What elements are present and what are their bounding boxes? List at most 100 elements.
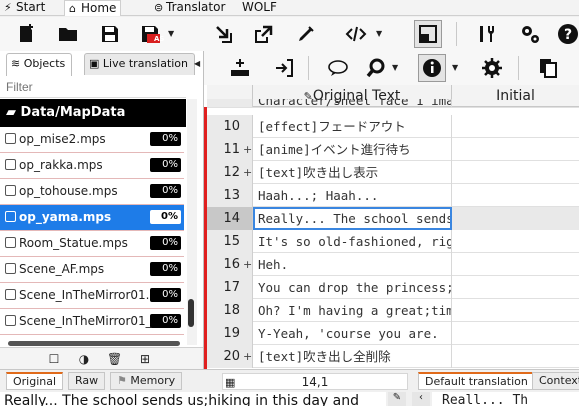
row-original-text[interactable]: [text]吹き出し全削除 [253,345,452,368]
table-row[interactable]: 13 Haah...; Haah... [207,184,579,207]
row-initial-cell[interactable] [452,184,579,207]
file-checkbox[interactable] [5,289,16,300]
file-checkbox[interactable] [5,133,16,144]
row-initial-cell[interactable] [452,230,579,253]
open-button[interactable] [54,20,82,48]
file-checkbox[interactable] [5,315,16,326]
add-row-button[interactable] [226,54,254,82]
row-original-text[interactable]: It's so old-fashioned, righ [253,230,452,253]
expand-plus-icon[interactable]: + [243,345,252,368]
file-item[interactable]: Room_Statue.mps 0% [0,231,184,257]
export-button[interactable] [250,20,278,48]
pen-icon[interactable]: ✎ [388,392,406,406]
row-original-text[interactable]: Character/sheet_face_1_image [253,99,452,107]
row-initial-cell[interactable] [452,345,579,368]
tab-context[interactable]: Context [532,372,579,390]
row-original-text[interactable]: [text]吹き出し表示 [253,161,452,184]
file-checkbox[interactable] [5,211,16,222]
layout-button[interactable] [414,20,442,48]
expand-plus-icon[interactable]: + [243,138,252,161]
row-original-text[interactable]: Heh. [253,253,452,276]
file-checkbox[interactable] [5,237,16,248]
file-item[interactable]: op_tohouse.mps 0% [0,179,184,205]
table-row-selected[interactable]: 14 Really... The school sends [207,207,579,230]
row-initial-cell[interactable] [452,138,579,161]
filter-input[interactable] [0,76,186,98]
scrollbar-thumb[interactable] [188,299,194,327]
row-original-text[interactable]: [anime]イベント進行待ち [253,138,452,161]
tab-original[interactable]: Original [6,372,64,390]
row-original-text[interactable]: Oh? I'm having a great;time [253,299,452,322]
row-initial-cell[interactable] [452,299,579,322]
settings-button[interactable] [516,20,544,48]
checkbox-icon[interactable]: ☐ [47,352,61,366]
gear-button[interactable] [478,54,506,82]
file-item[interactable]: Scene_InTheMirror01. 0% [0,283,184,309]
chevron-down-icon[interactable]: ▼ [168,29,174,38]
translation-preview[interactable]: Reall... Th [432,392,579,406]
chevron-down-icon[interactable]: ▼ [452,63,458,72]
row-initial-cell[interactable] [452,276,579,299]
file-item[interactable]: op_mise2.mps 0% [0,127,184,153]
row-original-text[interactable]: [effect]フェードアウト [253,115,452,138]
pen-button[interactable] [292,20,320,48]
table-row[interactable]: 17 You can drop the princess;a [207,276,579,299]
tab-home[interactable]: ⌂ Home [64,0,122,16]
trash-icon[interactable]: 🗑 [107,352,122,366]
row-initial-cell[interactable] [452,99,579,107]
table-row[interactable]: 18 Oh? I'm having a great;time [207,299,579,322]
code-button[interactable] [342,20,370,48]
help-button[interactable]: ? [554,20,579,48]
file-checkbox[interactable] [5,263,16,274]
row-initial-cell[interactable] [452,253,579,276]
row-original-text[interactable]: Really... The school sends [253,207,452,230]
chevron-left-icon[interactable]: ◀ [194,59,200,68]
save-as-button[interactable]: AS [136,20,164,48]
table-row[interactable]: 20 + [text]吹き出し全削除 [207,345,579,368]
sidebar-horizontal-scrollbar[interactable] [8,341,180,346]
expand-plus-icon[interactable]: + [243,253,252,276]
table-row[interactable]: 19 Y-Yeah, 'course you are. [207,322,579,345]
expand-plus-icon[interactable]: + [243,161,252,184]
new-file-button[interactable] [12,20,40,48]
file-item[interactable]: Scene_AF.mps 0% [0,257,184,283]
tab-raw[interactable]: Raw [68,372,106,390]
row-initial-cell[interactable] [452,322,579,345]
tab-default-translation[interactable]: Default translation [418,372,535,390]
table-row[interactable]: 15 It's so old-fashioned, righ [207,230,579,253]
row-initial-cell[interactable] [452,161,579,184]
sidebar-vertical-scrollbar[interactable] [187,99,197,345]
chevron-down-icon[interactable]: ▼ [376,29,382,38]
row-initial-cell[interactable] [452,115,579,138]
file-checkbox[interactable] [5,185,16,196]
table-row[interactable]: 12 + [text]吹き出し表示 [207,161,579,184]
contrast-icon[interactable]: ◑ [77,352,91,366]
info-button[interactable] [418,54,446,82]
row-original-text[interactable]: You can drop the princess;a [253,276,452,299]
file-checkbox[interactable] [5,159,16,170]
tools-button[interactable] [472,20,500,48]
table-row[interactable]: 16 + Heh. [207,253,579,276]
folder-header[interactable]: ▰ Data/MapData [0,99,186,127]
row-original-text[interactable]: Y-Yeah, 'course you are. [253,322,452,345]
file-item[interactable]: op_rakka.mps 0% [0,153,184,179]
tab-translator[interactable]: ⊜ Translator [150,0,229,16]
copy-button[interactable] [534,54,562,82]
file-item-selected[interactable]: op_yama.mps 0% [0,205,184,231]
chevron-down-icon[interactable]: ▼ [392,63,398,72]
tab-live-translation[interactable]: ▣ Live translation [84,53,196,75]
tab-start[interactable]: ⚡ Start [0,0,49,16]
add-box-icon[interactable]: ⊞ [138,352,152,366]
file-item[interactable]: Scene_InTheMirror01_ 0% [0,309,184,335]
original-text-preview[interactable]: Really... The school sends us;hiking in … [0,392,386,406]
table-row[interactable]: 10 [effect]フェードアウト [207,115,579,138]
table-row[interactable]: 11 + [anime]イベント進行待ち [207,138,579,161]
tab-wolf[interactable]: WOLF [238,0,281,16]
tab-memory[interactable]: ⚑ Memory [110,372,183,390]
tab-objects[interactable]: ≋ Objects [6,53,73,77]
table-row[interactable]: Character/sheet_face_1_image [207,99,579,108]
row-original-text[interactable]: Haah...; Haah... [253,184,452,207]
chevron-left-icon[interactable]: ‹ [412,392,430,406]
import-button[interactable] [210,20,238,48]
comment-button[interactable] [324,54,352,82]
